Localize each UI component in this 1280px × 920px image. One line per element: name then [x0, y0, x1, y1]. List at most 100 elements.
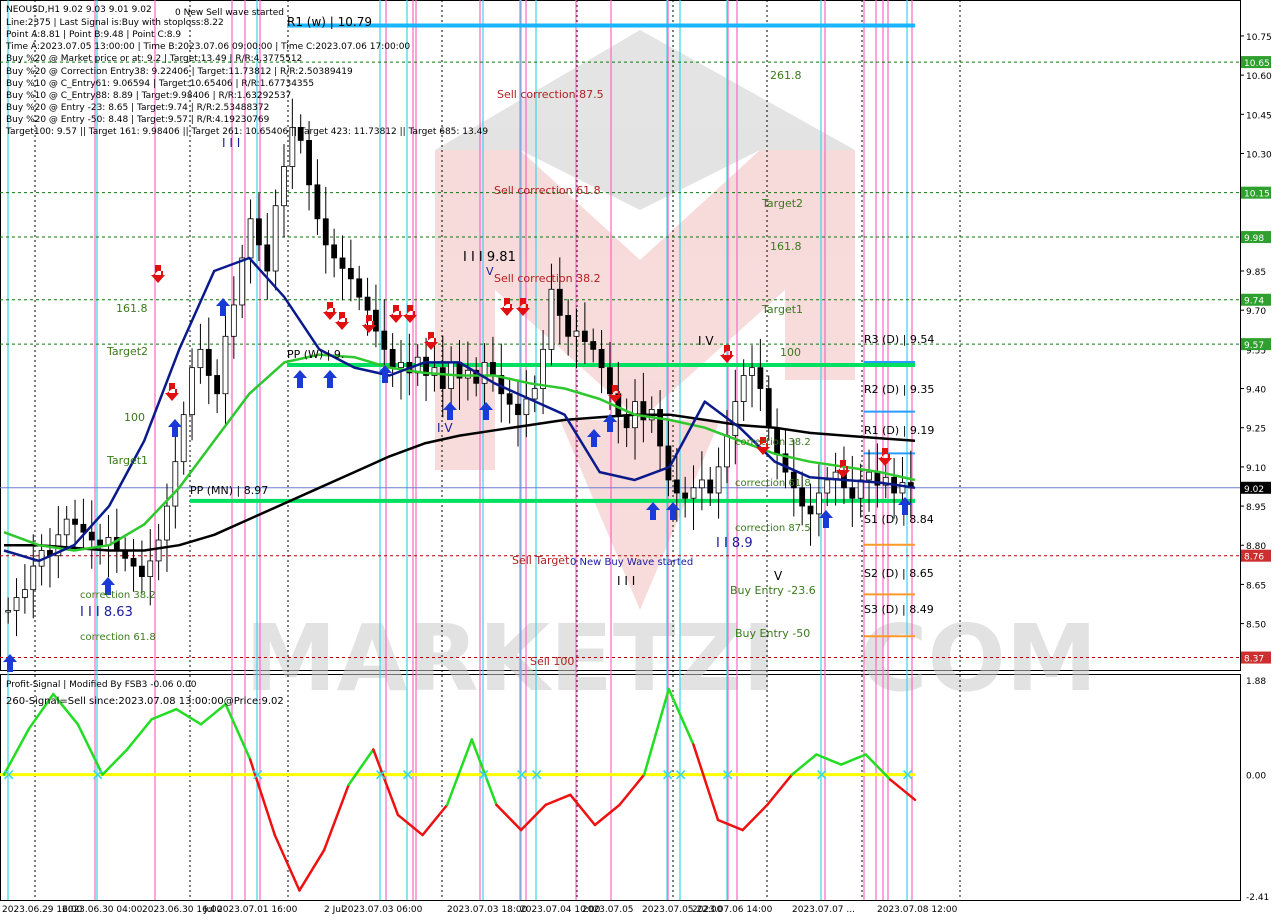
candle-body: [523, 398, 530, 416]
price-tag-label: 8.76: [1244, 553, 1264, 563]
wave-left-863-label: I I I 8.63: [80, 605, 133, 620]
candle-body: [899, 482, 906, 494]
price-tags: 10.65 10.15 9.98 9.74 9.57 9.02 8.76 8.37: [1241, 56, 1271, 665]
price-tag-label: 9.74: [1244, 297, 1264, 307]
candle-body: [239, 257, 246, 306]
candle-body: [63, 518, 70, 536]
candle-body: [765, 388, 772, 429]
left-target1-label: Target1: [106, 454, 148, 467]
price-tick-label: 9.70: [1246, 307, 1266, 317]
candle-body: [556, 288, 563, 316]
candle-body: [673, 479, 680, 494]
time-label: 2023.06.30 04:00: [62, 905, 143, 915]
candle-body: [222, 335, 229, 395]
candle-body: [72, 518, 78, 525]
candle-body: [281, 166, 287, 207]
cross-marker-icon: ✕: [477, 766, 490, 785]
left-161-label: 161.8: [116, 302, 148, 315]
candle-body: [339, 257, 346, 269]
wave-status: 0 New Sell wave started: [175, 8, 284, 18]
time-label: 2023.07.01 16:00: [217, 905, 298, 915]
candle-body: [97, 539, 104, 546]
wave-iv-left-label: I V: [437, 421, 453, 435]
candle-body: [866, 471, 872, 481]
candle-body: [464, 369, 471, 379]
s3d-label: S3 (D) | 8.49: [864, 603, 934, 616]
candle-body: [799, 487, 806, 507]
fib-261-label: 261.8: [770, 69, 802, 82]
correction-618-left-label: correction 61.8: [80, 632, 156, 643]
candle-body: [30, 565, 37, 591]
price-tick-label: 9.85: [1246, 268, 1266, 278]
candle-body: [749, 367, 755, 376]
candle-body: [506, 393, 513, 405]
left-target2-label: Target2: [106, 345, 148, 358]
candle-body: [598, 348, 605, 369]
indicator-tick-label: 0.00: [1246, 772, 1266, 782]
candle-body: [373, 309, 379, 332]
wave-981-label: I I I 9.81: [463, 250, 516, 265]
candle-body: [180, 414, 187, 463]
chart-window: MARKETZI COM ✕ ✕ ✕ ✕ ✕ ✕ ✕ ✕ ✕ ✕ ✕ ✕ ✕ NEOUSD,H1 9.0…: [0, 0, 1280, 920]
fib-100-label: 100: [780, 346, 801, 359]
candle-body: [147, 560, 154, 577]
candle-body: [331, 244, 338, 259]
candle-body: [757, 367, 764, 389]
candle-body: [306, 140, 312, 186]
time-axis: 2023.06.29 16:002023.06.30 04:00 2023.06.…: [2, 905, 958, 915]
candle-body: [531, 388, 538, 400]
cross-marker-icon: ✕: [815, 766, 828, 785]
candle-body: [264, 244, 271, 272]
cross-marker-icon: ✕: [401, 766, 414, 785]
symbol-line: NEOUSD,H1 9.02 9.03 9.01 9.02: [6, 5, 152, 15]
time-label: 2023.07.07 ...: [792, 905, 855, 915]
price-chart[interactable]: MARKETZI COM ✕ ✕ ✕ ✕ ✕ ✕ ✕ ✕ ✕ ✕ ✕ ✕ ✕ NEOUSD,H1 9.0…: [0, 0, 1280, 920]
candle-body: [665, 445, 672, 481]
new-buy-wave-label: 0 New Buy Wave started: [570, 557, 693, 568]
candle-body: [581, 330, 588, 342]
info-line-8: Buy %20 @ Entry -23: 8.65 | Target:9.74 …: [6, 103, 269, 113]
candle-body: [322, 218, 329, 246]
time-label: 2023.07.03 18:00: [447, 905, 528, 915]
price-tag-label: 9.57: [1244, 341, 1264, 351]
price-axis: 10.75 10.60 10.45 10.30 10.15 9.98 9.85 9.70 9.5…: [1240, 33, 1272, 903]
time-label: 2023.07.06 14:00: [692, 905, 773, 915]
wave-iii-top-label: I I I: [222, 136, 240, 150]
time-label: 2 Jul: [324, 905, 343, 915]
s2d-label: S2 (D) | 8.65: [864, 567, 934, 580]
time-label: 2023.07.05: [582, 905, 634, 915]
price-tag-label: 9.98: [1244, 234, 1264, 244]
candle-body: [682, 492, 689, 499]
candle-body: [540, 348, 546, 389]
candle-body: [740, 375, 747, 403]
price-tick-label: 8.65: [1246, 581, 1266, 591]
pp-w-label: PP (W) | 9.: [287, 348, 344, 361]
indicator-tick-label: -2.41: [1246, 893, 1269, 903]
candle-body: [590, 341, 597, 350]
candle-body: [389, 348, 396, 369]
indicator-title: Profit-Signal | Modified By FSB3 -0.06 0…: [6, 680, 197, 690]
watermark-text: MARKETZI: [245, 605, 776, 712]
candle-body: [398, 362, 404, 369]
buy-entry-236-label: Buy Entry -23.6: [730, 584, 816, 597]
price-tick-label: 10.30: [1246, 150, 1272, 160]
candle-body: [807, 505, 814, 515]
candle-body: [849, 487, 856, 499]
info-line-7: Buy %10 @ C_Entry88: 8.89 | Target:9.984…: [6, 91, 291, 101]
candle-body: [707, 479, 714, 494]
candle-body: [197, 348, 204, 369]
candle-body: [715, 466, 722, 494]
candle-body: [548, 288, 555, 350]
time-label: Jul: [203, 905, 215, 915]
candle-body: [5, 610, 12, 613]
cross-marker-icon: ✕: [530, 766, 543, 785]
candle-body: [515, 403, 521, 416]
wave-iii-low-label: I I I: [617, 574, 635, 588]
candle-body: [230, 304, 237, 337]
price-tag-label: 10.65: [1244, 59, 1270, 69]
candle-body: [130, 557, 137, 567]
cross-marker-icon: ✕: [661, 766, 674, 785]
cross-marker-icon: ✕: [251, 766, 264, 785]
candle-body: [732, 401, 739, 436]
price-tag-label: 10.15: [1244, 190, 1270, 200]
